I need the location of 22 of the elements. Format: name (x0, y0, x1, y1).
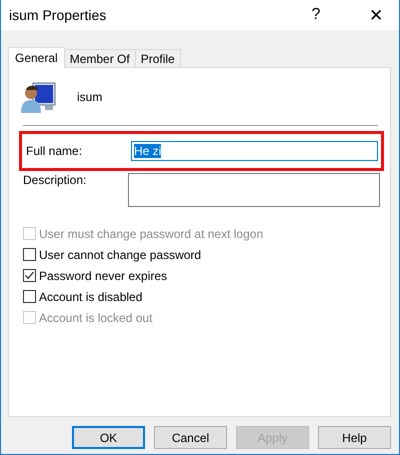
dialog-button[interactable]: OK (72, 426, 145, 449)
checkbox-label: User cannot change password (39, 248, 202, 262)
window-title: isum Properties (9, 7, 108, 23)
checkbox-label: Password never expires (39, 268, 168, 282)
checkbox-label: User must change password at next logon (39, 226, 264, 240)
checkbox[interactable] (23, 248, 36, 261)
tab[interactable]: Profile (134, 49, 181, 67)
checkbox[interactable] (23, 290, 36, 303)
field-label: Full name: (26, 144, 84, 158)
input-field[interactable]: He zi (131, 141, 378, 161)
user-computer-icon (21, 81, 57, 113)
checkbox-label: Account is locked out (39, 310, 152, 324)
tab[interactable]: General (8, 47, 65, 68)
dialog-button[interactable]: Help (318, 426, 391, 449)
checkbox-label: Account is disabled (39, 290, 142, 304)
close-button[interactable]: ✕ (353, 0, 399, 30)
field-label: Description: (23, 173, 88, 187)
help-button[interactable]: ? (293, 0, 339, 30)
dialog-button[interactable]: Cancel (154, 426, 227, 449)
input-field[interactable] (128, 173, 380, 207)
checkbox[interactable] (23, 269, 36, 282)
user-name: isum (77, 90, 102, 104)
